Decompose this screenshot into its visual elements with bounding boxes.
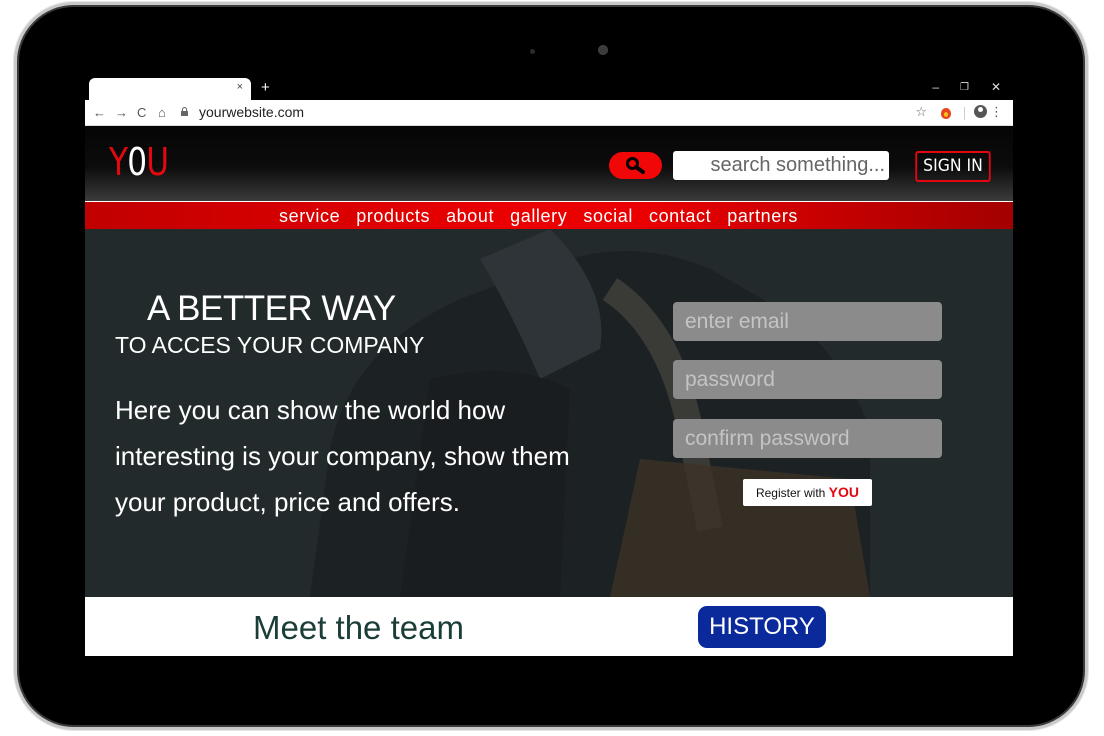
lock-icon (181, 107, 188, 116)
tab-close-icon[interactable]: × (237, 81, 243, 93)
nav-item-service[interactable]: service (279, 206, 340, 227)
nav-item-partners[interactable]: partners (727, 206, 798, 227)
nav-item-products[interactable]: products (356, 206, 430, 227)
address-bar: ← → C ⌂ yourwebsite.com ☆ ⋮ (85, 100, 1013, 126)
url-text[interactable]: yourwebsite.com (199, 104, 304, 120)
back-icon[interactable]: ← (93, 105, 106, 120)
search-button[interactable] (609, 152, 662, 179)
window-close-icon[interactable]: ✕ (991, 80, 1001, 94)
camera-icon (598, 45, 608, 55)
bottom-section: Meet the team HISTORY (85, 597, 1013, 656)
account-icon[interactable] (974, 105, 987, 118)
extension-icon[interactable] (941, 108, 951, 119)
hero-body-text: Here you can show the world how interest… (115, 395, 570, 517)
logo-letter-u: U (146, 140, 169, 184)
minimize-icon[interactable]: – (932, 80, 939, 94)
hero-subtitle: TO ACCES YOUR COMPANY (115, 332, 425, 358)
logo-letter-o: 0 (127, 140, 147, 184)
nav-item-social[interactable]: social (583, 206, 633, 227)
main-nav: service products about gallery social co… (85, 202, 1013, 229)
search-input[interactable] (673, 151, 889, 180)
register-label: Register with (755, 486, 826, 500)
logo[interactable]: Y0U (109, 140, 169, 184)
reload-icon[interactable]: C (137, 105, 146, 120)
screen: × + – ❐ ✕ ← → C ⌂ yourwebsite.com ☆ ⋮ Y0… (85, 78, 1013, 656)
email-field[interactable] (673, 302, 942, 341)
sign-in-button[interactable]: SIGN IN (915, 151, 991, 182)
hero-section: A BETTER WAY TO ACCES YOUR COMPANY Here … (85, 229, 1013, 597)
password-field[interactable] (673, 360, 942, 399)
site-header: Y0U SIGN IN (85, 126, 1013, 201)
home-icon[interactable]: ⌂ (158, 105, 166, 120)
hero-title: A BETTER WAY (147, 289, 396, 328)
confirm-password-field[interactable] (673, 419, 942, 458)
nav-item-gallery[interactable]: gallery (510, 206, 567, 227)
nav-item-contact[interactable]: contact (649, 206, 711, 227)
toolbar-divider (964, 107, 965, 120)
history-button[interactable]: HISTORY (698, 606, 826, 648)
nav-item-about[interactable]: about (446, 206, 494, 227)
sensor-dot (530, 49, 535, 54)
search-icon (626, 157, 645, 174)
register-button[interactable]: Register with YOU (743, 479, 872, 506)
browser-tab[interactable]: × (89, 78, 251, 100)
browser-tab-bar: × + – ❐ ✕ (85, 78, 1013, 100)
logo-letter-y: Y (109, 140, 128, 184)
bookmark-star-icon[interactable]: ☆ (915, 104, 927, 120)
register-brand: YOU (828, 484, 860, 500)
maximize-icon[interactable]: ❐ (960, 82, 969, 93)
new-tab-icon[interactable]: + (261, 79, 270, 96)
forward-icon[interactable]: → (115, 105, 128, 120)
menu-icon[interactable]: ⋮ (990, 104, 1003, 120)
meet-team-heading[interactable]: Meet the team (253, 609, 464, 647)
